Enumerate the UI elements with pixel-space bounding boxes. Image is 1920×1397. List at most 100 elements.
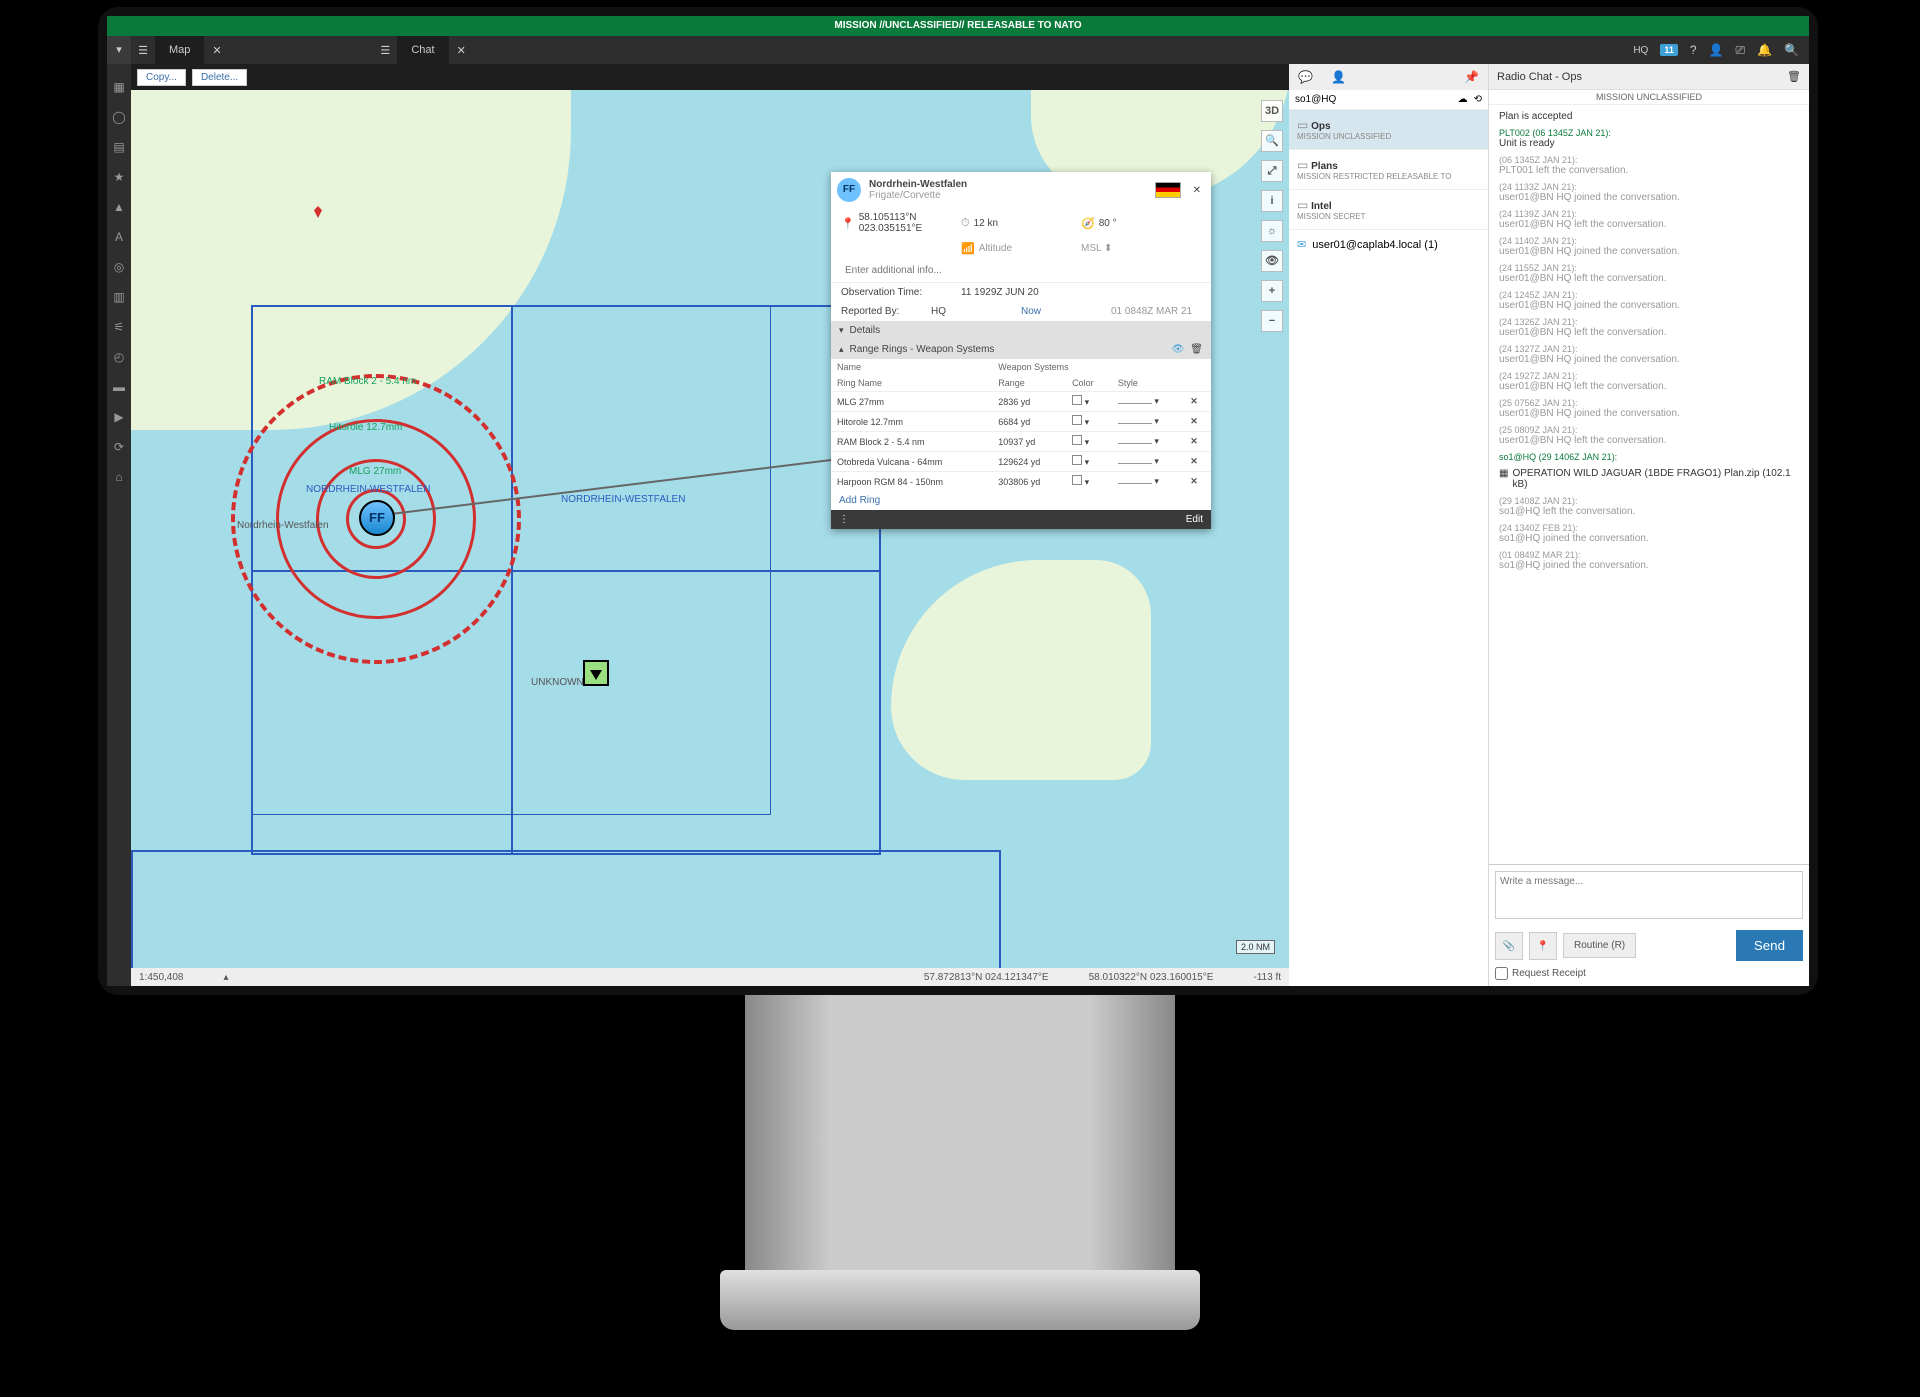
chevron-down-icon[interactable]: ▾: [1085, 457, 1090, 467]
map-brightness[interactable]: ☼: [1261, 220, 1283, 242]
rep-label: Reported By:: [841, 306, 899, 317]
map-search[interactable]: 🔍: [1261, 130, 1283, 152]
rail-icon-11[interactable]: ▬: [113, 380, 125, 394]
map-info[interactable]: i: [1261, 190, 1283, 212]
rail-icon-13[interactable]: ⟳: [114, 440, 124, 454]
footer-chevron[interactable]: ▴: [224, 972, 229, 983]
delete-ring-button[interactable]: ✕: [1190, 436, 1198, 446]
section-rings[interactable]: ▴ Range Rings - Weapon Systems 👁 🗑: [831, 340, 1211, 359]
col-ring: Ring Name: [831, 375, 992, 392]
unknown-label: UNKNOWN: [531, 677, 584, 688]
rail-icon-9[interactable]: ⚟: [114, 320, 125, 334]
section-details[interactable]: ▾Details: [831, 321, 1211, 340]
location-button[interactable]: 📍: [1529, 932, 1557, 960]
style-swatch[interactable]: [1118, 423, 1152, 424]
now-link[interactable]: Now: [1021, 306, 1111, 317]
rail-icon-7[interactable]: ◎: [114, 260, 124, 274]
rail-icon-1[interactable]: ▦: [113, 80, 124, 94]
style-swatch[interactable]: [1118, 483, 1152, 484]
chat-room[interactable]: ▭ OpsMISSION UNCLASSIFIED: [1289, 110, 1488, 150]
col-range: Range: [992, 375, 1066, 392]
refresh-icon[interactable]: ⟲: [1474, 94, 1482, 105]
ship-marker[interactable]: FF: [359, 500, 395, 536]
chat-room[interactable]: ▭ IntelMISSION SECRET: [1289, 190, 1488, 230]
user-entry[interactable]: user01@caplab4.local (1): [1312, 239, 1438, 251]
popup-close[interactable]: ✕: [1189, 185, 1205, 196]
chat-pin-icon[interactable]: 📌: [1455, 64, 1488, 90]
edit-button[interactable]: Edit: [1186, 514, 1203, 525]
style-swatch[interactable]: [1118, 463, 1152, 464]
style-swatch[interactable]: [1118, 403, 1152, 404]
rail-icon-4[interactable]: ★: [114, 170, 125, 184]
chevron-down-icon[interactable]: ▾: [1154, 436, 1159, 446]
hamburger-icon-2[interactable]: ☰: [373, 44, 397, 57]
chevron-down-icon[interactable]: ▾: [1154, 396, 1159, 406]
room-name: Intel: [1311, 201, 1332, 212]
color-swatch[interactable]: [1072, 435, 1082, 445]
chevron-down-icon[interactable]: ▾: [1085, 477, 1090, 487]
rail-icon-6[interactable]: A: [115, 230, 123, 244]
color-swatch[interactable]: [1072, 415, 1082, 425]
speed-icon: ⏱: [961, 217, 970, 230]
chat-log[interactable]: Plan is acceptedPLT002 (06 1345Z JAN 21)…: [1489, 105, 1809, 864]
notification-badge[interactable]: 11: [1660, 44, 1678, 56]
app-dropdown[interactable]: ▾: [107, 36, 131, 64]
eye-icon[interactable]: 👁: [1172, 344, 1185, 355]
chevron-down-icon[interactable]: ▾: [1085, 417, 1090, 427]
bell-icon[interactable]: 🔔: [1757, 43, 1772, 57]
map-canvas[interactable]: FF RAM Block 2 - 5.4 nm Hitorole 12.7mm …: [131, 90, 1289, 968]
rail-icon-2[interactable]: ◯: [112, 110, 125, 124]
tab-map[interactable]: Map: [155, 36, 204, 64]
chevron-down-icon[interactable]: ▾: [1154, 456, 1159, 466]
chat-trash-icon[interactable]: 🗑: [1787, 70, 1801, 83]
search-icon[interactable]: 🔍: [1784, 43, 1799, 57]
chat-tab-bubbles[interactable]: 💬: [1289, 64, 1322, 90]
chat-tab-users[interactable]: 👤: [1322, 64, 1355, 90]
chat-entry: PLT002 (06 1345Z JAN 21):Unit is ready: [1499, 128, 1799, 149]
chevron-down-icon[interactable]: ▾: [1154, 476, 1159, 486]
close-map-tab[interactable]: ✕: [204, 44, 229, 57]
map-3d-toggle[interactable]: 3D: [1261, 100, 1283, 122]
rail-icon-5[interactable]: ▲: [113, 200, 125, 214]
chevron-down-icon[interactable]: ▾: [1085, 437, 1090, 447]
priority-select[interactable]: Routine (R): [1563, 933, 1636, 958]
message-input[interactable]: [1495, 871, 1803, 919]
copy-button[interactable]: Copy...: [137, 69, 186, 86]
help-icon[interactable]: ?: [1690, 43, 1697, 57]
rail-icon-12[interactable]: ▶: [114, 410, 123, 424]
hamburger-icon[interactable]: ☰: [131, 44, 155, 57]
chevron-down-icon[interactable]: ▾: [1085, 397, 1090, 407]
map-vision[interactable]: 👁: [1261, 250, 1283, 272]
delete-button[interactable]: Delete...: [192, 69, 247, 86]
style-swatch[interactable]: [1118, 443, 1152, 444]
color-swatch[interactable]: [1072, 475, 1082, 485]
user-icon[interactable]: 👤: [1709, 43, 1724, 57]
delete-ring-button[interactable]: ✕: [1190, 396, 1198, 406]
map-zoom-fit[interactable]: ⤢: [1261, 160, 1283, 182]
close-chat-tab[interactable]: ✕: [449, 44, 474, 57]
attach-button[interactable]: 📎: [1495, 932, 1523, 960]
rail-icon-8[interactable]: ▥: [113, 290, 124, 304]
chevron-down-icon[interactable]: ▾: [1154, 416, 1159, 426]
trash-icon[interactable]: 🗑: [1190, 344, 1203, 355]
rail-icon-3[interactable]: ▤: [113, 140, 124, 154]
rail-icon-14[interactable]: ⌂: [115, 470, 122, 484]
delete-ring-button[interactable]: ✕: [1190, 476, 1198, 486]
rail-icon-10[interactable]: ◴: [114, 350, 124, 364]
map-zoom-in[interactable]: +: [1261, 280, 1283, 302]
cloud-icon[interactable]: ☁: [1458, 94, 1468, 105]
delete-ring-button[interactable]: ✕: [1190, 416, 1198, 426]
add-ring-link[interactable]: Add Ring: [831, 491, 1211, 510]
receipt-checkbox[interactable]: [1495, 967, 1508, 980]
tab-chat[interactable]: Chat: [397, 36, 448, 64]
unknown-marker[interactable]: [583, 660, 609, 686]
screen-icon[interactable]: ⎚: [1735, 43, 1745, 58]
chat-room[interactable]: ▭ PlansMISSION RESTRICTED RELEASABLE TO: [1289, 150, 1488, 190]
popup-menu[interactable]: ⋮: [839, 514, 849, 525]
additional-info-input[interactable]: [841, 263, 1201, 278]
send-button[interactable]: Send: [1736, 930, 1803, 961]
color-swatch[interactable]: [1072, 395, 1082, 405]
color-swatch[interactable]: [1072, 455, 1082, 465]
delete-ring-button[interactable]: ✕: [1190, 456, 1198, 466]
map-zoom-out[interactable]: −: [1261, 310, 1283, 332]
